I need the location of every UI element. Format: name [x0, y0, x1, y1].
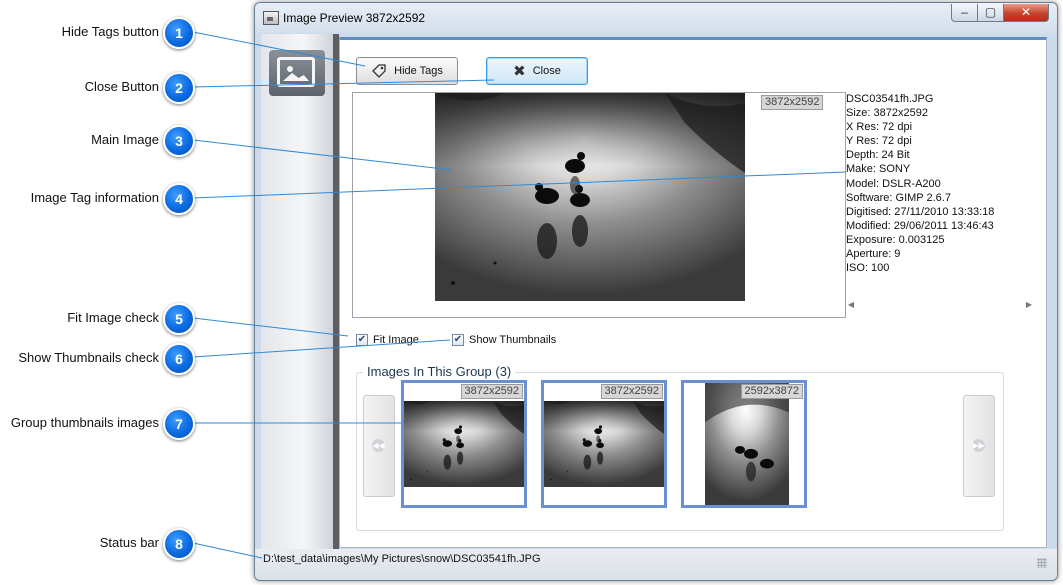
status-path: D:\test_data\images\My Pictures\snow\DSC…	[263, 553, 541, 565]
hide-tags-button[interactable]: Hide Tags	[356, 57, 458, 85]
tag-line: Model: DSLR-A200	[846, 177, 941, 190]
tags-horizontal-scrollbar[interactable]: ◀ ▶	[846, 299, 1034, 311]
group-thumbnail[interactable]: 3872x2592	[541, 380, 667, 508]
show-thumbnails-check[interactable]: ✔ Show Thumbnails	[452, 334, 556, 346]
callout-label: Status bar	[99, 535, 159, 550]
tag-line: DSC03541fh.JPG	[846, 93, 934, 105]
tag-line: Depth: 24 Bit	[846, 149, 910, 162]
show-thumbnails-label: Show Thumbnails	[469, 334, 557, 346]
scroll-right-icon[interactable]: ▶	[1024, 299, 1034, 311]
close-icon: ✖	[513, 62, 526, 80]
group-thumbnail[interactable]: 3872x2592	[401, 380, 527, 508]
scroll-left-icon[interactable]: ◀	[846, 299, 856, 311]
thumbnail-dims: 3872x2592	[460, 384, 523, 399]
images-in-group: Images In This Group (3) ◀◀ 3872x2592 38…	[356, 364, 1004, 531]
image-tag-information: DSC03541fh.JPG Size: 3872x2592 X Res: 72 d…	[846, 92, 1034, 316]
callout-label: Image Tag information	[30, 190, 159, 205]
group-thumbnail[interactable]: 2592x3872	[681, 380, 807, 508]
tag-line: X Res: 72 dpi	[846, 121, 913, 134]
close-button[interactable]: ✖ Close	[486, 57, 588, 85]
callout-badge: 2	[163, 72, 195, 104]
image-preview-area: 3872x2592	[352, 92, 846, 318]
tag-line: ISO: 100	[846, 262, 890, 275]
next-thumbnails-button[interactable]: ▶▶	[963, 395, 995, 497]
app-icon	[263, 11, 279, 25]
thumbnail-image	[705, 383, 789, 505]
status-bar: D:\test_data\images\My Pictures\snow\DSC…	[255, 549, 1057, 580]
window-title: Image Preview 3872x2592	[283, 11, 426, 25]
thumbnail-image	[544, 401, 664, 487]
callout-label: Main Image	[91, 132, 159, 147]
fit-image-label: Fit Image	[373, 334, 419, 346]
callout-badge: 4	[163, 183, 195, 215]
group-title: Images In This Group (3)	[363, 364, 516, 379]
sidebar	[261, 34, 339, 549]
minimize-button[interactable]: –	[951, 4, 978, 22]
tag-line: Y Res: 72 dpi	[846, 135, 912, 148]
picture-icon	[269, 50, 325, 96]
image-dims-badge: 3872x2592	[761, 95, 824, 110]
callout-badge: 3	[163, 125, 195, 157]
tag-line: Make: SONY	[846, 163, 911, 176]
window-close-button[interactable]: ✕	[1003, 4, 1049, 22]
show-thumbnails-checkbox[interactable]: ✔	[452, 334, 464, 346]
maximize-button[interactable]: ▢	[977, 4, 1004, 22]
fit-image-checkbox[interactable]: ✔	[356, 334, 368, 346]
main-image[interactable]	[435, 93, 745, 301]
content-panel: Hide Tags ✖ Close 3872x2592 DSC03541fh.J…	[339, 37, 1047, 548]
callout-label: Close Button	[84, 79, 159, 94]
hide-tags-label: Hide Tags	[394, 65, 443, 77]
tag-icon	[372, 64, 386, 78]
tag-line: Aperture: 9	[846, 248, 901, 261]
tag-line: Software: GIMP 2.6.7	[846, 191, 951, 204]
callout-label: Group thumbnails images	[10, 415, 159, 430]
callout-badge: 1	[163, 17, 195, 49]
thumbnail-dims: 2592x3872	[740, 384, 803, 399]
thumbnail-image	[404, 401, 524, 487]
tag-line: Digitised: 27/11/2010 13:33:18	[846, 205, 995, 218]
title-bar[interactable]: Image Preview 3872x2592 – ▢ ✕	[255, 3, 1057, 33]
callout-badge: 7	[163, 408, 195, 440]
callout-badge: 6	[163, 343, 195, 375]
callout-label: Show Thumbnails check	[18, 350, 159, 365]
callout-badge: 5	[163, 303, 195, 335]
callout-badge: 8	[163, 528, 195, 560]
resize-grip-icon[interactable]	[1037, 558, 1047, 568]
thumbnail-dims: 3872x2592	[600, 384, 663, 399]
close-label: Close	[532, 65, 561, 77]
previous-thumbnails-button[interactable]: ◀◀	[363, 395, 395, 497]
fit-image-check[interactable]: ✔ Fit Image	[356, 334, 419, 346]
callout-label: Fit Image check	[67, 310, 159, 325]
tag-line: Size: 3872x2592	[846, 107, 928, 120]
callout-label: Hide Tags button	[61, 24, 159, 39]
tag-line: Exposure: 0.003125	[846, 233, 945, 246]
image-preview-window: Image Preview 3872x2592 – ▢ ✕ Hide Tags …	[254, 2, 1058, 581]
tag-line: Modified: 29/06/2011 13:46:43	[846, 219, 994, 232]
rewind-icon: ◀◀	[372, 439, 385, 452]
fast-forward-icon: ▶▶	[972, 439, 985, 452]
